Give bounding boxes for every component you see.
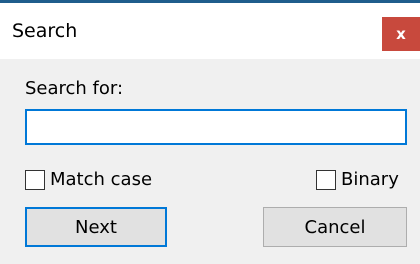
binary-checkbox[interactable] xyxy=(316,170,336,190)
dialog-title: Search xyxy=(12,20,78,42)
binary-option[interactable]: Binary xyxy=(316,167,399,193)
match-case-label: Match case xyxy=(50,169,153,190)
cancel-button[interactable]: Cancel xyxy=(263,207,407,247)
next-button[interactable]: Next xyxy=(25,207,167,247)
close-button[interactable]: x xyxy=(382,17,420,51)
close-icon: x xyxy=(396,24,406,43)
dialog-body: Search for: Match case Binary Next Cance… xyxy=(0,59,420,264)
title-bar: Search x xyxy=(0,3,420,59)
binary-label: Binary xyxy=(341,169,399,190)
search-label: Search for: xyxy=(25,78,124,99)
match-case-option[interactable]: Match case xyxy=(25,167,152,193)
match-case-checkbox[interactable] xyxy=(25,170,45,190)
search-input[interactable] xyxy=(25,109,407,145)
